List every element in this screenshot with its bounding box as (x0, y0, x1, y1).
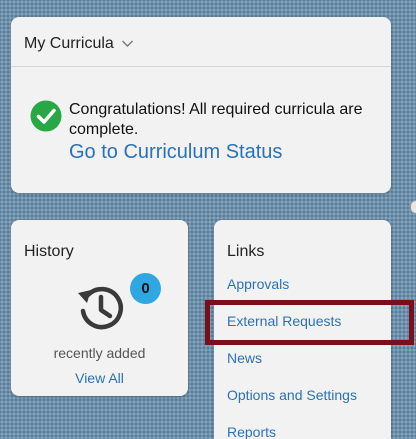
history-count-badge: 0 (130, 273, 161, 304)
my-curricula-title: My Curricula (24, 34, 114, 52)
view-all-link[interactable]: View All (11, 370, 188, 386)
reports-link[interactable]: Reports (227, 424, 276, 439)
my-curricula-header[interactable]: My Curricula (11, 17, 391, 67)
history-clock-icon (78, 286, 124, 330)
scroll-handle[interactable] (410, 200, 416, 214)
links-card: Links Approvals External Requests News O… (214, 220, 391, 439)
options-and-settings-link[interactable]: Options and Settings (227, 387, 357, 403)
links-title: Links (227, 243, 265, 260)
news-link[interactable]: News (227, 350, 262, 366)
history-card: History 0 recently added View All (11, 220, 188, 396)
curriculum-status-link[interactable]: Go to Curriculum Status (69, 141, 282, 164)
approvals-link[interactable]: Approvals (227, 276, 289, 292)
chevron-down-icon[interactable] (121, 37, 134, 50)
recently-added-label: recently added (53, 345, 146, 361)
check-circle-icon (30, 100, 62, 132)
external-requests-link[interactable]: External Requests (227, 313, 341, 329)
completion-message: Congratulations! All required curricula … (69, 101, 363, 138)
my-curricula-card: My Curricula Congratulations! All requir… (11, 17, 391, 193)
history-title: History (24, 243, 74, 260)
